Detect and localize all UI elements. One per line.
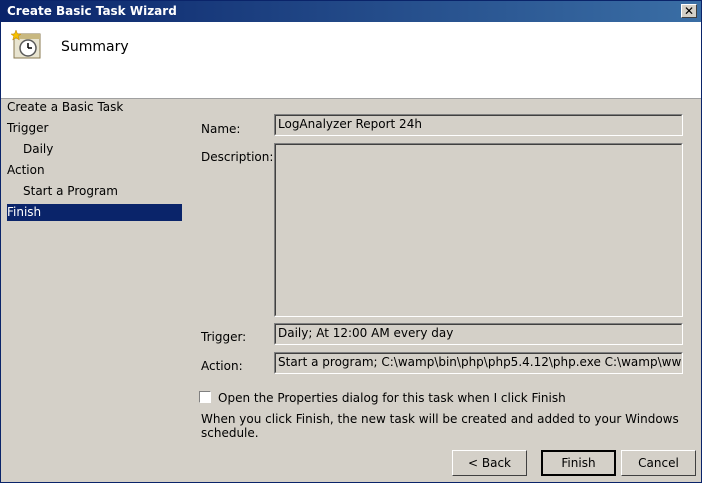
trigger-value: Daily; At 12:00 AM every day xyxy=(278,326,454,340)
description-field[interactable] xyxy=(274,143,683,317)
step-daily[interactable]: Daily xyxy=(7,141,182,158)
step-start-a-program[interactable]: Start a Program xyxy=(7,183,182,200)
window-title: Create Basic Task Wizard xyxy=(7,4,177,18)
page-title: Summary xyxy=(61,39,129,55)
title-bar[interactable]: Create Basic Task Wizard ✕ xyxy=(1,1,701,22)
close-button[interactable]: ✕ xyxy=(681,4,697,18)
description-label: Description: xyxy=(201,150,274,164)
step-action[interactable]: Action xyxy=(7,162,182,179)
action-label: Action: xyxy=(201,359,243,373)
step-trigger[interactable]: Trigger xyxy=(7,120,182,137)
finish-button[interactable]: Finish xyxy=(541,450,616,476)
finish-info-text: When you click Finish, the new task will… xyxy=(201,412,679,440)
action-value: Start a program; C:\wamp\bin\php\php5.4.… xyxy=(278,355,683,369)
name-label: Name: xyxy=(201,122,241,136)
wizard-window: Create Basic Task Wizard ✕ Summary Creat… xyxy=(0,0,702,483)
name-value: LogAnalyzer Report 24h xyxy=(278,117,422,131)
step-create-basic-task[interactable]: Create a Basic Task xyxy=(7,99,182,116)
back-button[interactable]: < Back xyxy=(452,450,527,476)
close-icon: ✕ xyxy=(683,4,695,18)
name-field[interactable]: LogAnalyzer Report 24h xyxy=(274,114,683,136)
wizard-steps: Create a Basic Task Trigger Daily Action… xyxy=(1,99,187,482)
step-finish[interactable]: Finish xyxy=(7,204,182,221)
trigger-label: Trigger: xyxy=(201,330,247,344)
wizard-header: Summary xyxy=(1,22,701,99)
cancel-button[interactable]: Cancel xyxy=(621,450,696,476)
trigger-field[interactable]: Daily; At 12:00 AM every day xyxy=(274,323,683,345)
scheduled-task-clock-icon xyxy=(10,29,41,59)
open-properties-checkbox[interactable] xyxy=(199,391,211,403)
action-field[interactable]: Start a program; C:\wamp\bin\php\php5.4.… xyxy=(274,352,683,374)
open-properties-label[interactable]: Open the Properties dialog for this task… xyxy=(218,391,566,405)
